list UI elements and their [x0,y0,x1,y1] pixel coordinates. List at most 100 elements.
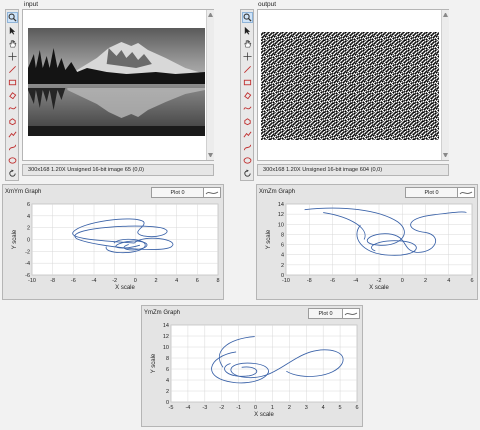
x-tick-label: 5 [339,405,342,411]
input-vertical-scrollbar[interactable] [206,10,214,160]
x-tick-label: 1 [271,405,274,411]
input-image-toolbar [5,9,19,181]
x-tick-label: -4 [185,405,190,411]
polygon-tool-icon[interactable] [242,116,253,127]
x-tick-label: -8 [307,278,312,284]
landscape-image [28,28,205,136]
pan-hand-icon[interactable] [7,38,18,49]
y-tick-label: 8 [281,232,284,238]
y-tick-label: 4 [27,214,30,220]
crosshair-icon[interactable] [242,51,253,62]
x-tick-label: -2 [219,405,224,411]
pointer-icon[interactable] [242,25,253,36]
output-image-toolbar [240,9,254,181]
eraser-tool-icon[interactable] [7,90,18,101]
y-tick-label: -4 [25,261,30,267]
encrypted-noise-image [261,32,439,140]
y-tick-label: 14 [163,323,169,329]
x-tick-label: -1 [236,405,241,411]
xmzm-plot-area[interactable]: -10 -8 -6 -4 -2 0 2 4 614121086420X scaleY scale [256,184,478,300]
y-tick-label: 10 [163,345,169,351]
xmym-plot-area[interactable]: -10 -8 -6 -4 -2 0 2 4 6 86420-2-4-6X scaleY scale [2,184,224,300]
y-axis-label: Y scale [151,353,157,373]
scroll-down-arrow[interactable] [443,153,448,157]
y-tick-label: 6 [281,243,284,249]
scroll-down-arrow[interactable] [208,153,213,157]
oval-tool-icon[interactable] [7,155,18,166]
y-tick-label: 0 [27,238,30,244]
x-tick-label: 3 [305,405,308,411]
y-tick-label: 10 [278,222,284,228]
y-tick-label: 4 [281,253,284,259]
x-tick-label: 4 [175,278,178,284]
oval-tool-icon[interactable] [242,155,253,166]
ymzm-plot-area[interactable]: -5 -4 -3 -2 -1 0 1 2 3 4 5 614121086420X scaleY sca… [141,305,363,427]
input-image-panel[interactable] [22,9,214,161]
freehand-line-tool-icon[interactable] [7,142,18,153]
x-tick-label: -8 [50,278,55,284]
plot-background [170,324,358,403]
y-tick-label: 2 [27,226,30,232]
x-tick-label: -6 [330,278,335,284]
x-tick-label: 6 [355,405,358,411]
y-axis-label: Y scale [266,229,272,249]
y-tick-label: 6 [27,202,30,208]
x-tick-label: 8 [216,278,219,284]
polygon-tool-icon[interactable] [7,116,18,127]
y-tick-label: 2 [281,263,284,269]
y-tick-label: 14 [278,202,284,208]
crosshair-icon[interactable] [7,51,18,62]
y-axis-label: Y scale [12,229,18,249]
x-tick-label: 0 [134,278,137,284]
y-tick-label: -2 [25,249,30,255]
y-tick-label: 8 [166,356,169,362]
x-tick-label: 6 [470,278,473,284]
line-tool-icon[interactable] [242,64,253,75]
x-axis-label: X scale [254,412,274,418]
rectangle-tool-icon[interactable] [242,77,253,88]
eraser-tool-icon[interactable] [242,90,253,101]
y-tick-label: 12 [163,334,169,340]
scroll-up-arrow[interactable] [208,13,213,17]
scroll-up-arrow[interactable] [443,13,448,17]
x-tick-label: -5 [169,405,174,411]
x-tick-label: -6 [71,278,76,284]
x-tick-label: 6 [196,278,199,284]
x-axis-label: X scale [369,285,389,291]
x-tick-label: 0 [254,405,257,411]
pointer-icon[interactable] [7,25,18,36]
freehand-tool-icon[interactable] [242,103,253,114]
output-image-panel[interactable] [257,9,449,161]
x-tick-label: -4 [353,278,358,284]
freehand-tool-icon[interactable] [7,103,18,114]
rectangle-tool-icon[interactable] [7,77,18,88]
x-axis-label: X scale [115,285,135,291]
x-tick-label: 0 [401,278,404,284]
output-status-bar: 300x168 1.20X Unsigned 16-bit image 604 … [257,164,449,176]
x-tick-label: 4 [322,405,325,411]
freehand-line-tool-icon[interactable] [242,142,253,153]
line-tool-icon[interactable] [7,64,18,75]
y-tick-label: -6 [25,273,30,279]
output-vertical-scrollbar[interactable] [441,10,449,160]
rotate-tool-icon[interactable] [7,168,18,179]
zoom-icon[interactable] [242,12,253,23]
x-tick-label: -4 [92,278,97,284]
rotate-tool-icon[interactable] [242,168,253,179]
x-tick-label: 2 [288,405,291,411]
x-tick-label: -2 [112,278,117,284]
y-tick-label: 4 [166,378,169,384]
x-tick-label: 2 [154,278,157,284]
broken-line-tool-icon[interactable] [7,129,18,140]
broken-line-tool-icon[interactable] [242,129,253,140]
y-tick-label: 2 [166,389,169,395]
x-tick-label: 2 [424,278,427,284]
y-tick-label: 0 [281,273,284,279]
x-tick-label: -2 [377,278,382,284]
y-tick-label: 12 [278,212,284,218]
pan-hand-icon[interactable] [242,38,253,49]
output-label: output [258,1,277,8]
zoom-icon[interactable] [7,12,18,23]
x-tick-label: -3 [202,405,207,411]
input-label: input [24,1,39,8]
